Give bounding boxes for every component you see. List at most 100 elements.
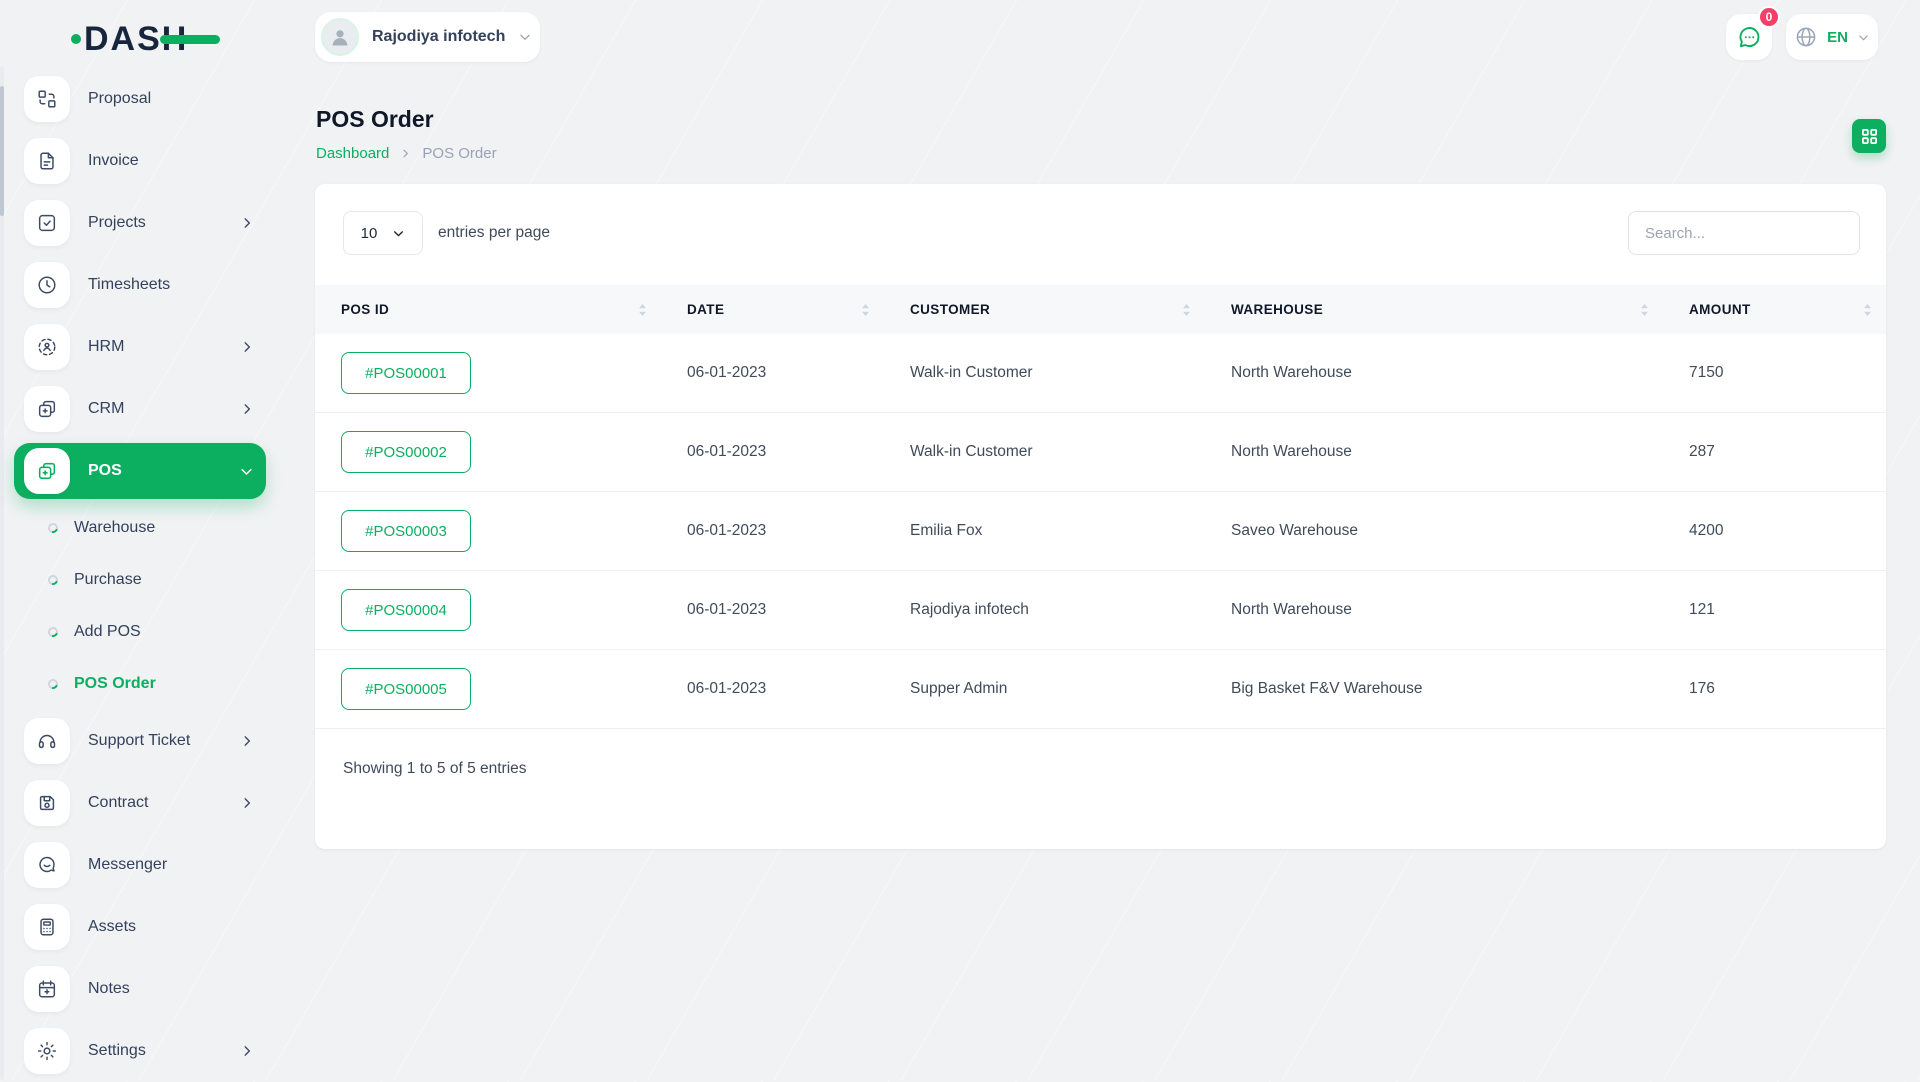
sidebar-item-support-ticket[interactable]: Support Ticket bbox=[14, 713, 266, 769]
sidebar-item-label: Notes bbox=[88, 980, 130, 997]
column-header-date[interactable]: DATE bbox=[661, 302, 884, 317]
bullet-icon bbox=[46, 677, 60, 691]
pos-id-link[interactable]: #POS00002 bbox=[341, 431, 471, 473]
search-input[interactable] bbox=[1628, 211, 1860, 255]
language-selector[interactable]: EN bbox=[1786, 14, 1878, 60]
sidebar-item-purchase[interactable]: Purchase bbox=[14, 558, 266, 602]
chevron-down-icon bbox=[1859, 34, 1868, 40]
chat-bubble-icon bbox=[1739, 26, 1759, 47]
clock-icon bbox=[24, 262, 70, 308]
cell-amount: 4200 bbox=[1689, 522, 1724, 539]
pos-id-link[interactable]: #POS00005 bbox=[341, 668, 471, 710]
table-row: #POS00001 06-01-2023 Walk-in Customer No… bbox=[315, 334, 1886, 413]
user-icon bbox=[332, 30, 348, 46]
pos-id-link[interactable]: #POS00004 bbox=[341, 589, 471, 631]
cell-warehouse: North Warehouse bbox=[1231, 443, 1352, 460]
sidebar-item-label: HRM bbox=[88, 338, 125, 355]
column-header-amount[interactable]: AMOUNT bbox=[1663, 302, 1886, 317]
sidebar-item-label: Settings bbox=[88, 1042, 146, 1059]
chevron-right-icon bbox=[240, 1044, 254, 1058]
layout-grid-button[interactable] bbox=[1852, 119, 1886, 153]
sidebar-item-label: POS bbox=[88, 462, 122, 479]
cell-customer: Rajodiya infotech bbox=[910, 601, 1029, 618]
calendar-icon bbox=[24, 966, 70, 1012]
column-label: AMOUNT bbox=[1689, 302, 1751, 317]
bullet-icon bbox=[46, 573, 60, 587]
cell-customer: Supper Admin bbox=[910, 680, 1008, 697]
calculator-icon bbox=[24, 904, 70, 950]
contract-icon bbox=[24, 780, 70, 826]
pos-id-link[interactable]: #POS00003 bbox=[341, 510, 471, 552]
bullet-icon bbox=[46, 625, 60, 639]
cell-date: 06-01-2023 bbox=[687, 522, 767, 539]
workspace-switcher[interactable]: Rajodiya infotech bbox=[315, 12, 540, 62]
sidebar-item-label: Messenger bbox=[88, 856, 168, 873]
sidebar-item-label: Contract bbox=[88, 794, 149, 811]
sidebar-item-pos-order[interactable]: POS Order bbox=[14, 662, 266, 706]
brand-logo[interactable]: DASH bbox=[70, 12, 222, 60]
crm-icon bbox=[24, 386, 70, 432]
column-label: CUSTOMER bbox=[910, 302, 991, 317]
notification-badge: 0 bbox=[1758, 6, 1780, 28]
sort-icon bbox=[862, 303, 869, 316]
cell-date: 06-01-2023 bbox=[687, 364, 767, 381]
cell-warehouse: North Warehouse bbox=[1231, 364, 1352, 381]
chat-bubble-icon bbox=[24, 842, 70, 888]
sidebar-item-invoice[interactable]: Invoice bbox=[14, 133, 266, 189]
chevron-right-icon bbox=[240, 402, 254, 416]
table-row: #POS00004 06-01-2023 Rajodiya infotech N… bbox=[315, 571, 1886, 650]
sidebar-item-projects[interactable]: Projects bbox=[14, 195, 266, 251]
sidebar-item-label: Timesheets bbox=[88, 276, 171, 293]
chevron-right-icon bbox=[240, 734, 254, 748]
sidebar-item-messenger[interactable]: Messenger bbox=[14, 837, 266, 893]
sidebar-subitem-label: POS Order bbox=[74, 675, 156, 692]
sort-icon bbox=[639, 303, 646, 316]
sidebar-item-warehouse[interactable]: Warehouse bbox=[14, 506, 266, 550]
gear-icon bbox=[24, 1028, 70, 1074]
pos-icon bbox=[24, 448, 70, 494]
workspace-name: Rajodiya infotech bbox=[372, 28, 506, 45]
sidebar-subitem-label: Purchase bbox=[74, 571, 142, 588]
sidebar-item-hrm[interactable]: HRM bbox=[14, 319, 266, 375]
sidebar-item-settings[interactable]: Settings bbox=[14, 1023, 266, 1079]
column-header-warehouse[interactable]: WAREHOUSE bbox=[1205, 302, 1663, 317]
sidebar-item-add-pos[interactable]: Add POS bbox=[14, 610, 266, 654]
breadcrumb: Dashboard POS Order bbox=[316, 145, 497, 162]
sidebar-item-label: Assets bbox=[88, 918, 137, 935]
cell-date: 06-01-2023 bbox=[687, 680, 767, 697]
pos-id-link[interactable]: #POS00001 bbox=[341, 352, 471, 394]
page-title: POS Order bbox=[316, 106, 434, 132]
cell-warehouse: North Warehouse bbox=[1231, 601, 1352, 618]
entries-per-page-label: entries per page bbox=[438, 224, 551, 241]
column-header-customer[interactable]: CUSTOMER bbox=[884, 302, 1205, 317]
sidebar-item-label: Projects bbox=[88, 214, 146, 231]
sort-icon bbox=[1641, 303, 1648, 316]
sidebar-item-crm[interactable]: CRM bbox=[14, 381, 266, 437]
sidebar-nav: Proposal Invoice Projects Timesheets HRM… bbox=[0, 68, 280, 1082]
table-row: #POS00005 06-01-2023 Supper Admin Big Ba… bbox=[315, 650, 1886, 729]
cell-amount: 121 bbox=[1689, 601, 1715, 618]
column-label: DATE bbox=[687, 302, 725, 317]
breadcrumb-dashboard-link[interactable]: Dashboard bbox=[316, 145, 389, 162]
sidebar-item-notes[interactable]: Notes bbox=[14, 961, 266, 1017]
pos-order-card: 10 entries per page POS ID DATE CUSTOMER… bbox=[315, 184, 1886, 849]
table-header-row: POS ID DATE CUSTOMER WAREHOUSE AMOUNT bbox=[315, 285, 1886, 334]
cell-warehouse: Saveo Warehouse bbox=[1231, 522, 1358, 539]
sidebar-item-contract[interactable]: Contract bbox=[14, 775, 266, 831]
pos-order-table: POS ID DATE CUSTOMER WAREHOUSE AMOUNT #P… bbox=[315, 285, 1886, 729]
page-size-select[interactable]: 10 bbox=[343, 211, 423, 255]
column-header-pos-id[interactable]: POS ID bbox=[315, 302, 661, 317]
sidebar: DASH Proposal Invoice Projects Timesheet… bbox=[0, 0, 280, 1080]
breadcrumb-current: POS Order bbox=[422, 145, 497, 162]
sidebar-item-assets[interactable]: Assets bbox=[14, 899, 266, 955]
sort-icon bbox=[1864, 303, 1871, 316]
sidebar-item-proposal[interactable]: Proposal bbox=[14, 71, 266, 127]
cell-amount: 287 bbox=[1689, 443, 1715, 460]
globe-icon bbox=[1796, 27, 1816, 47]
sidebar-item-label: Support Ticket bbox=[88, 732, 191, 749]
column-label: POS ID bbox=[341, 302, 390, 317]
notifications-button[interactable]: 0 bbox=[1726, 6, 1780, 60]
sidebar-item-pos[interactable]: POS bbox=[14, 443, 266, 499]
sidebar-item-timesheets[interactable]: Timesheets bbox=[14, 257, 266, 313]
cell-amount: 7150 bbox=[1689, 364, 1724, 381]
